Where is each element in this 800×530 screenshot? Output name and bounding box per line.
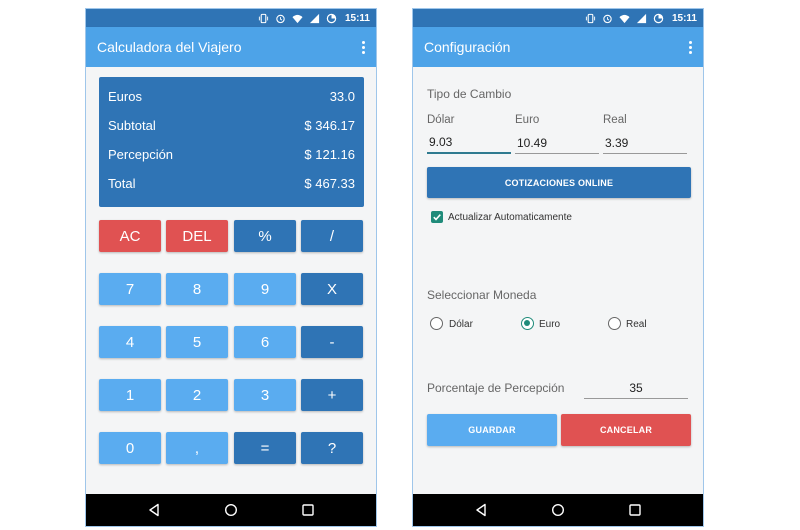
clear-all-button[interactable]: AC (99, 220, 161, 252)
recents-icon[interactable] (628, 503, 642, 517)
radio-dolar-label: Dólar (449, 319, 473, 330)
check-icon (433, 214, 441, 221)
radio-real-label: Real (626, 319, 647, 330)
back-icon[interactable] (474, 503, 488, 517)
display-row-subtotal: Subtotal $ 346.17 (108, 111, 355, 140)
multiply-button[interactable]: X (301, 273, 363, 305)
minus-button[interactable]: - (301, 326, 363, 358)
dolar-label: Dólar (427, 114, 455, 126)
settings-screen: 15:11 Configuración Tipo de Cambio Dólar… (412, 8, 704, 527)
percent-input[interactable]: 35 (584, 377, 688, 399)
display-label: Euros (108, 89, 142, 104)
navigation-bar (413, 494, 703, 526)
dolar-rate-input[interactable]: 9.03 (427, 132, 511, 154)
wifi-icon (619, 14, 630, 23)
display-value: $ 346.17 (304, 118, 355, 133)
online-rates-button[interactable]: COTIZACIONES ONLINE (427, 167, 691, 198)
radio-euro-label: Euro (539, 319, 561, 330)
status-bar: 15:11 (86, 9, 376, 27)
overflow-menu-icon[interactable] (679, 27, 701, 67)
percent-label: Porcentaje de Percepción (427, 381, 565, 395)
page-title: Calculadora del Viajero (97, 39, 242, 55)
digit-6-button[interactable]: 6 (234, 326, 296, 358)
signal-icon (309, 13, 320, 23)
calculator-content: Euros 33.0 Subtotal $ 346.17 Percepción … (86, 67, 376, 496)
signal-icon (636, 13, 647, 23)
percent-button[interactable]: % (234, 220, 296, 252)
exchange-section-title: Tipo de Cambio (427, 87, 512, 101)
real-label: Real (603, 114, 627, 126)
display-row-percepcion: Percepción $ 121.16 (108, 140, 355, 169)
digit-8-button[interactable]: 8 (166, 273, 228, 305)
save-button[interactable]: GUARDAR (427, 414, 557, 446)
help-button[interactable]: ? (301, 432, 363, 464)
cancel-button[interactable]: CANCELAR (561, 414, 691, 446)
digit-2-button[interactable]: 2 (166, 379, 228, 411)
status-time: 15:11 (671, 12, 697, 24)
display-label: Total (108, 176, 136, 191)
back-icon[interactable] (147, 503, 161, 517)
vibrate-icon (258, 13, 269, 23)
app-bar: Calculadora del Viajero (86, 27, 376, 67)
currency-section-title: Seleccionar Moneda (427, 288, 537, 302)
euro-label: Euro (515, 114, 540, 126)
wifi-icon (292, 14, 303, 23)
radio-dolar[interactable] (430, 317, 443, 330)
digit-9-button[interactable]: 9 (234, 273, 296, 305)
divide-button[interactable]: / (301, 220, 363, 252)
delete-button[interactable]: DEL (166, 220, 228, 252)
result-display: Euros 33.0 Subtotal $ 346.17 Percepción … (99, 77, 364, 207)
display-value: 33.0 (329, 89, 355, 104)
page-title: Configuración (424, 39, 511, 55)
recents-icon[interactable] (301, 503, 315, 517)
status-time: 15:11 (344, 12, 370, 24)
radio-euro[interactable] (521, 317, 534, 330)
comma-button[interactable]: , (166, 432, 228, 464)
equals-button[interactable]: = (234, 432, 296, 464)
navigation-bar (86, 494, 376, 526)
plus-button[interactable]: + (301, 379, 363, 411)
digit-3-button[interactable]: 3 (234, 379, 296, 411)
overflow-menu-icon[interactable] (352, 27, 374, 67)
settings-content: Tipo de Cambio Dólar Euro Real 9.03 10.4… (413, 67, 703, 496)
digit-1-button[interactable]: 1 (99, 379, 161, 411)
app-bar: Configuración (413, 27, 703, 67)
calculator-screen: 15:11 Calculadora del Viajero Euros 33.0… (85, 8, 377, 527)
digit-7-button[interactable]: 7 (99, 273, 161, 305)
home-icon[interactable] (551, 503, 565, 517)
digit-5-button[interactable]: 5 (166, 326, 228, 358)
alarm-icon (603, 14, 612, 23)
home-icon[interactable] (224, 503, 238, 517)
vibrate-icon (585, 13, 596, 23)
display-value: $ 121.16 (304, 147, 355, 162)
display-label: Subtotal (108, 118, 156, 133)
digit-0-button[interactable]: 0 (99, 432, 161, 464)
display-value: $ 467.33 (304, 176, 355, 191)
display-row-total: Total $ 467.33 (108, 169, 355, 198)
euro-rate-input[interactable]: 10.49 (515, 132, 599, 154)
real-rate-input[interactable]: 3.39 (603, 132, 687, 154)
auto-update-checkbox[interactable] (431, 211, 443, 223)
battery-icon (653, 13, 664, 23)
display-row-euros: Euros 33.0 (108, 82, 355, 111)
alarm-icon (276, 14, 285, 23)
radio-real[interactable] (608, 317, 621, 330)
battery-icon (326, 13, 337, 23)
digit-4-button[interactable]: 4 (99, 326, 161, 358)
auto-update-label: Actualizar Automaticamente (448, 212, 572, 223)
status-bar: 15:11 (413, 9, 703, 27)
display-label: Percepción (108, 147, 174, 162)
